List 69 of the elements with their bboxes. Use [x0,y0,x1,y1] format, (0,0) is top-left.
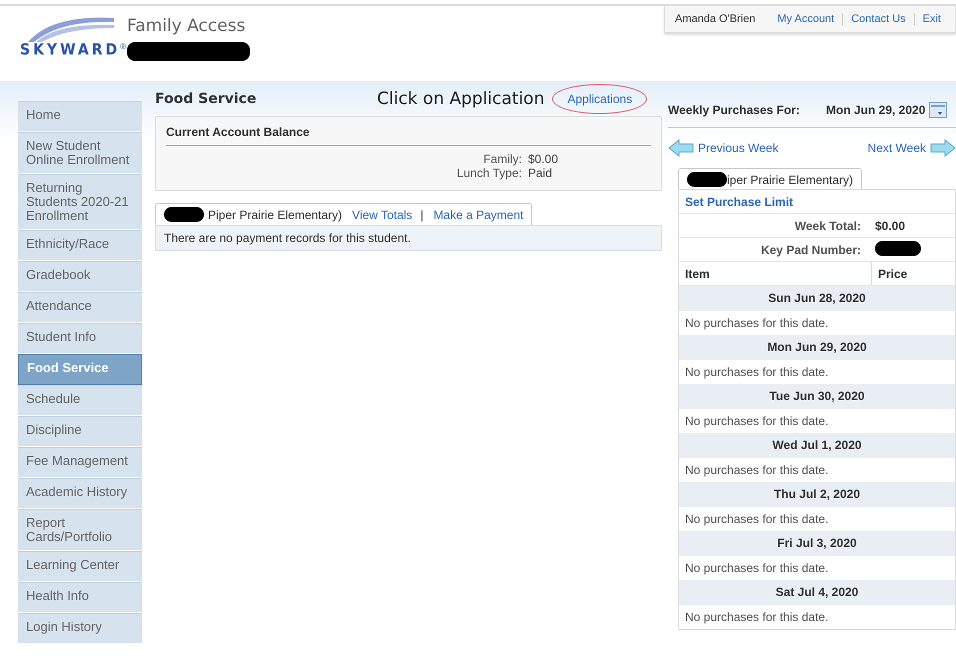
date-header: Thu Jul 2, 2020 [679,482,955,507]
nav-link[interactable]: Exit [914,13,949,25]
annotation-text: Click on Application [377,88,544,108]
nav-link[interactable]: Contact Us [842,13,914,25]
field-label: Key Pad Number: [760,242,861,256]
week-date: Mon Jun 29, 2020 [826,103,926,117]
next-week-link[interactable]: Next Week [868,139,956,157]
field-value: $0.00 [528,152,558,166]
panel-title: Current Account Balance [166,125,651,146]
sidebar-item[interactable]: Fee Management [18,447,142,478]
sidebar-item[interactable]: Health Info [18,582,142,613]
redaction-bar [875,240,921,256]
left-arrow-icon[interactable] [668,139,694,157]
sidebar-item[interactable]: Attendance [18,292,142,323]
sidebar-item[interactable]: Gradebook [18,261,142,292]
empty-message: No purchases for this date. [685,365,828,379]
sidebar-item[interactable]: Report Cards/Portfolio [18,509,142,551]
field-value: Paid [528,166,552,180]
sidebar-item[interactable]: Food Service [18,354,142,385]
applications-link[interactable]: Applications [552,84,648,114]
logo-wordmark: SKYWARD [20,41,120,59]
empty-message: No purchases for this date. [685,316,828,330]
user-name: Amanda O'Brien [675,13,756,25]
page-title: Food Service [155,90,258,106]
sidebar-item[interactable]: Login History [18,613,142,644]
empty-message: There are no payment records for this student. [164,231,411,245]
sidebar-item[interactable]: Schedule [18,385,142,416]
date-header: Tue Jun 30, 2020 [679,384,955,409]
empty-message: No purchases for this date. [685,463,828,477]
sidebar-item[interactable]: Home [18,101,142,132]
make-payment-link[interactable]: Make a Payment [433,208,524,222]
weekly-label: Weekly Purchases For: [668,103,801,117]
date-header: Mon Jun 29, 2020 [679,335,955,360]
nav-link[interactable]: My Account [769,13,842,25]
sidebar-item[interactable]: Ethnicity/Race [18,230,142,261]
separator: | [420,208,424,222]
date-header: Sat Jul 4, 2020 [679,580,955,605]
redaction-bar [687,172,727,187]
date-header: Fri Jul 3, 2020 [679,531,955,556]
student-tab[interactable]: Piper Prairie Elementary) View Totals | Make a Payment [155,203,532,225]
field-label: Family: [482,152,522,166]
field-label: Lunch Type: [456,166,522,180]
column-header: Price [877,266,908,282]
empty-message: No purchases for this date. [685,512,828,526]
sidebar-item[interactable]: Returning Students 2020-21 Enrollment [18,174,142,230]
registered-mark: ® [120,42,126,51]
right-arrow-icon[interactable] [930,139,956,157]
date-header: Sun Jun 28, 2020 [679,286,955,311]
previous-week-link[interactable]: Previous Week [668,139,778,157]
empty-message: No purchases for this date. [685,610,828,624]
field-value: $0.00 [875,218,906,232]
school-name: Piper Prairie Elementary) [208,208,342,222]
app-title: Family Access [127,16,246,36]
sidebar-item[interactable]: Academic History [18,478,142,509]
date-header: Wed Jul 1, 2020 [679,433,955,458]
sidebar-item[interactable]: New Student Online Enrollment [18,132,142,174]
sidebar-item[interactable]: Student Info [18,323,142,354]
calendar-icon[interactable] [929,102,948,118]
sidebar-item[interactable]: Learning Center [18,551,142,582]
empty-message: No purchases for this date. [685,561,828,575]
column-header: Item [679,262,872,285]
set-limit-link[interactable]: Set Purchase Limit [685,194,794,208]
redaction-bar [164,207,204,222]
swoosh-icon [26,16,116,42]
view-totals-link[interactable]: View Totals [352,208,412,222]
sidebar-item[interactable]: Discipline [18,416,142,447]
field-label: Week Total: [794,218,861,232]
empty-message: No purchases for this date. [685,414,828,428]
school-name: iper Prairie Elementary) [727,172,854,186]
